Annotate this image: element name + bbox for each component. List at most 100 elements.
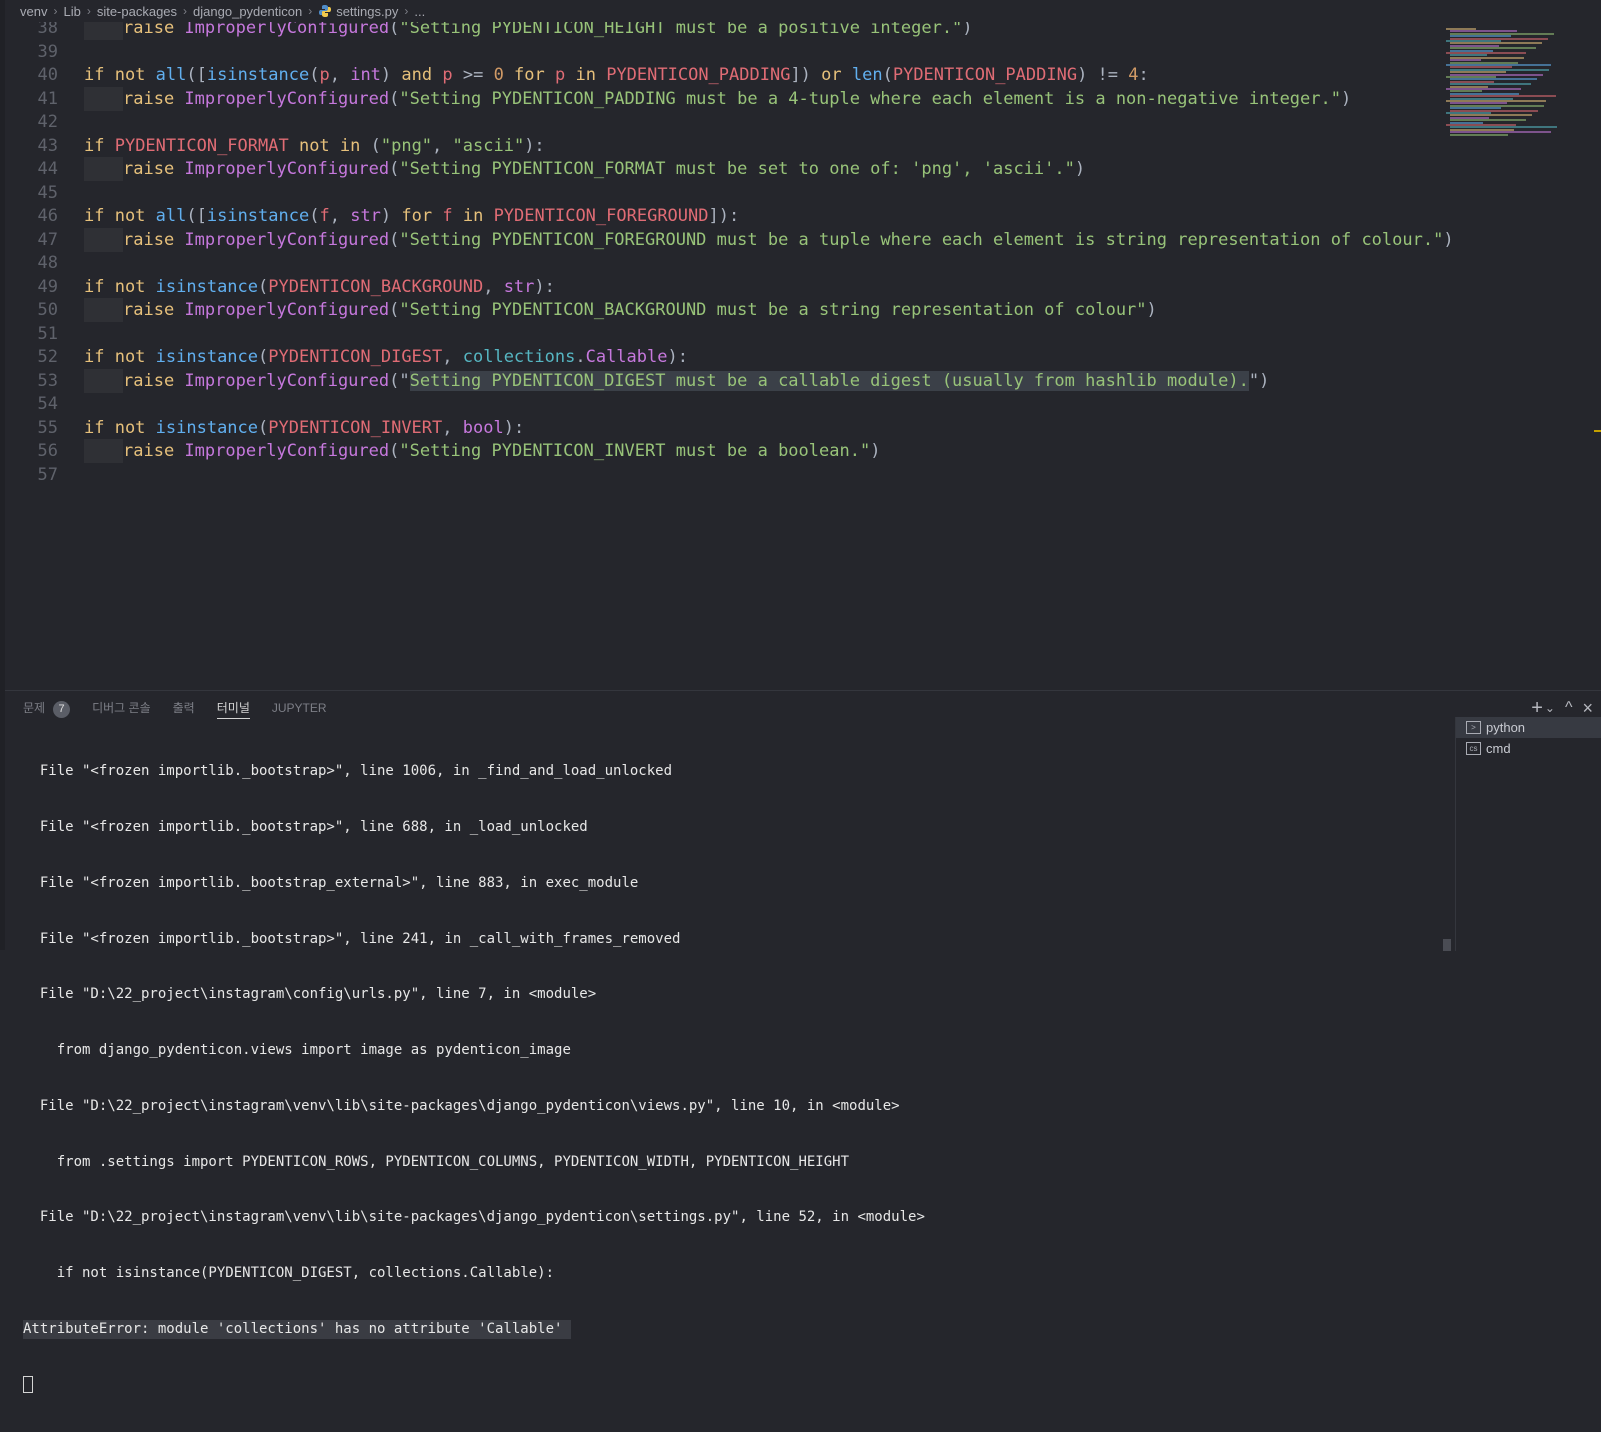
code-line[interactable]: 54 [5, 392, 1545, 416]
code-line[interactable]: 40 if not all([isinstance(p, int) and p >… [5, 63, 1545, 87]
code-line[interactable]: 46 if not all([isinstance(f, str) for f i… [5, 204, 1545, 228]
code-token: ( [389, 159, 400, 179]
code-token: for [514, 65, 555, 85]
breadcrumb: venv › Lib › site-packages › django_pyde… [5, 0, 1601, 22]
line-number: 51 [37, 323, 58, 344]
code-token: ImproperlyConfigured [184, 22, 390, 38]
code-token: , [432, 135, 453, 156]
terminal-line: File "<frozen importlib._bootstrap>", li… [23, 818, 588, 835]
code-line[interactable]: 55 if not isinstance(PYDENTICON_INVERT, b… [5, 416, 1545, 440]
code-line[interactable]: 57 [5, 463, 1545, 487]
code-editor[interactable]: 38 raise ImproperlyConfigured("Setting PY… [5, 22, 1596, 690]
code-token: if not [84, 206, 156, 226]
breadcrumb-item-more[interactable]: ... [414, 4, 425, 19]
breadcrumb-item-site-packages[interactable]: site-packages [97, 4, 177, 19]
terminal-line: if not isinstance(PYDENTICON_DIGEST, col… [23, 1265, 555, 1282]
code-line[interactable]: 52 if not isinstance(PYDENTICON_DIGEST, c… [5, 345, 1545, 369]
code-token: "Setting PYDENTICON_FOREGROUND must be a… [399, 229, 1444, 250]
code-line[interactable]: 47 raise ImproperlyConfigured("Setting PY… [5, 227, 1545, 252]
code-line[interactable]: 45 [5, 181, 1545, 205]
code-line[interactable]: 48 [5, 251, 1545, 275]
code-token: raise [123, 88, 185, 109]
tab-problems[interactable]: 문제 7 [23, 691, 71, 725]
breadcrumb-item-django-pydenticon[interactable]: django_pydenticon [193, 4, 302, 19]
code-line[interactable]: 53 raise ImproperlyConfigured("Setting PY… [5, 368, 1545, 393]
code-content: raise ImproperlyConfigured("Setting PYDE… [84, 298, 1157, 322]
code-token: in [575, 65, 607, 85]
code-line[interactable]: 50 raise ImproperlyConfigured("Setting PY… [5, 298, 1545, 322]
line-number: 54 [37, 394, 58, 414]
code-line[interactable]: 41 raise ImproperlyConfigured("Setting PY… [5, 86, 1545, 111]
code-token: raise [123, 370, 185, 391]
close-panel-icon[interactable]: × [1582, 698, 1593, 719]
tab-terminal[interactable]: 터미널 [216, 691, 250, 725]
code-token: "Setting PYDENTICON_PADDING must be a 4-… [399, 88, 1341, 109]
code-token: PYDENTICON_PADDING [892, 65, 1078, 85]
code-token: , [329, 65, 351, 85]
code-token: PYDENTICON_FORMAT [114, 135, 299, 156]
code-line[interactable]: 51 [5, 322, 1545, 346]
code-line[interactable]: 39 [5, 40, 1545, 64]
terminal-output[interactable]: File "<frozen importlib._bootstrap>", li… [23, 725, 1448, 1394]
terminal-scrollbar[interactable] [1443, 939, 1451, 951]
line-number: 47 [37, 229, 58, 250]
code-token: ) [870, 441, 881, 461]
code-token: ( [258, 417, 269, 438]
code-line[interactable]: 56 raise ImproperlyConfigured("Setting PY… [5, 439, 1545, 463]
code-token: ( [389, 22, 400, 38]
code-token: ( [389, 300, 400, 320]
code-token: ) != [1077, 65, 1129, 85]
chevron-right-icon: › [308, 4, 313, 18]
terminal-cursor [23, 1376, 33, 1394]
code-token: or [821, 65, 852, 85]
code-content: if not isinstance(PYDENTICON_BACKGROUND,… [84, 275, 555, 299]
code-token: . [575, 347, 586, 367]
tab-jupyter[interactable]: JUPYTER [272, 691, 327, 725]
code-token: 4 [1128, 65, 1139, 85]
code-token: and [401, 65, 443, 85]
code-content: if not all([isinstance(p, int) and p >= … [84, 63, 1149, 87]
code-line[interactable]: 44 raise ImproperlyConfigured("Setting PY… [5, 157, 1545, 181]
tab-debug-console[interactable]: 디버그 콘솔 [92, 691, 151, 725]
code-token: len [851, 65, 883, 85]
code-content: raise ImproperlyConfigured("Setting PYDE… [84, 22, 973, 40]
code-token: if not [84, 276, 156, 297]
breadcrumb-item-settings-py[interactable]: settings.py [336, 4, 398, 19]
code-token: isinstance [155, 417, 259, 438]
code-content: raise ImproperlyConfigured("Setting PYDE… [84, 439, 880, 463]
breadcrumb-item-venv[interactable]: venv [20, 4, 47, 19]
code-token: ) [962, 22, 973, 38]
chevron-down-icon[interactable]: ⌄ [1545, 701, 1555, 715]
maximize-panel-icon[interactable]: ^ [1565, 699, 1573, 717]
terminal-item-cmd[interactable]: cs cmd [1456, 738, 1601, 759]
code-token: ImproperlyConfigured [184, 88, 390, 109]
code-token: for [401, 206, 443, 226]
tab-output[interactable]: 출력 [173, 691, 195, 725]
chevron-right-icon: › [183, 4, 188, 18]
indent-guide [84, 86, 123, 111]
code-token: ImproperlyConfigured [184, 159, 390, 179]
minimap[interactable] [1446, 28, 1561, 138]
code-content: raise ImproperlyConfigured("Setting PYDE… [84, 157, 1085, 181]
code-token: raise [123, 441, 185, 461]
code-token: , [442, 417, 463, 438]
line-number: 52 [37, 347, 58, 367]
code-line[interactable]: 42 [5, 110, 1545, 134]
code-content: raise ImproperlyConfigured("Setting PYDE… [84, 227, 1454, 252]
code-line[interactable]: 49 if not isinstance(PYDENTICON_BACKGROUN… [5, 275, 1545, 299]
code-token: ImproperlyConfigured [184, 370, 390, 391]
code-token: PYDENTICON_INVERT [268, 417, 443, 438]
code-token: raise [123, 159, 185, 179]
line-number: 50 [37, 300, 58, 320]
code-token: ImproperlyConfigured [184, 441, 390, 461]
code-token: if not [84, 65, 156, 85]
breadcrumb-item-lib[interactable]: Lib [63, 4, 80, 19]
code-token: ) [1443, 229, 1454, 250]
code-line[interactable]: 38 raise ImproperlyConfigured("Setting PY… [5, 22, 1545, 40]
code-token: : [1138, 65, 1149, 85]
problems-count-badge: 7 [53, 701, 71, 718]
code-line[interactable]: 43 if PYDENTICON_FORMAT not in ("png", "a… [5, 134, 1545, 158]
line-number: 53 [37, 370, 58, 391]
line-number: 56 [37, 441, 58, 461]
terminal-item-python[interactable]: > python [1456, 717, 1601, 738]
